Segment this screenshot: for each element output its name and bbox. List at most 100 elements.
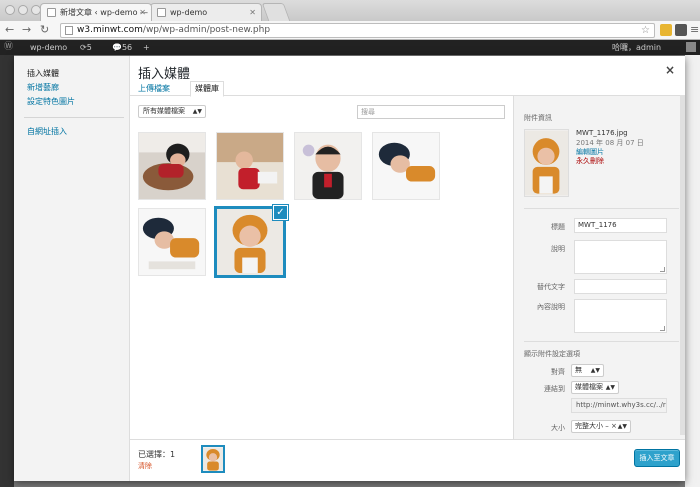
media-router: 上傳檔案 媒體庫 [130, 81, 685, 97]
media-filter-value: 所有媒體檔案 [143, 107, 185, 115]
attachment-filename: MWT_1176.jpg [576, 129, 628, 137]
media-thumbnail[interactable] [138, 208, 206, 276]
address-bar: ← → ↻ w3.minwt.com/wp/wp-admin/post-new.… [0, 21, 700, 40]
comments-count: 56 [121, 43, 133, 52]
menu-separator [24, 117, 124, 118]
tab-title: 新增文章 ‹ wp-demo — Wo [60, 8, 151, 17]
site-name[interactable]: wp-demo [30, 40, 67, 55]
reload-icon[interactable]: ↻ [40, 23, 49, 37]
tab-title: wp-demo [170, 8, 208, 17]
title-label: 標題 [551, 223, 565, 231]
wp-admin-bar: Ⓦ wp-demo ⟳ 5 💬 56 + 哈囉，admin [0, 40, 700, 55]
library-scrollbar[interactable] [508, 98, 512, 428]
chevron-down-icon: ▲▼ [192, 108, 202, 115]
url-path: /wp/wp-admin/post-new.php [142, 25, 271, 35]
insert-into-post-button[interactable]: 插入至文章 [634, 449, 680, 467]
updates-count: 5 [86, 43, 92, 52]
page-icon [47, 8, 56, 17]
title-field[interactable]: MWT_1176 [574, 218, 667, 233]
photo-baby-5 [139, 209, 205, 275]
media-thumbnail[interactable] [294, 132, 362, 200]
avatar[interactable] [686, 42, 696, 52]
browser-tab[interactable]: wp-demo ✕ [150, 3, 262, 21]
wordpress-logo-icon[interactable]: Ⓦ [4, 40, 13, 55]
clear-selection-link[interactable]: 清除 [138, 461, 152, 471]
caption-label: 說明 [551, 245, 565, 253]
description-field[interactable] [574, 299, 667, 333]
link-to-label: 連結到 [544, 385, 565, 393]
align-value: 無 [575, 366, 582, 374]
media-thumbnail[interactable] [138, 132, 206, 200]
photo-baby-6-mini [203, 447, 223, 471]
chevron-down-icon: ▲▼ [590, 367, 600, 374]
tab-upload-files[interactable]: 上傳檔案 [134, 82, 174, 96]
media-toolbar-footer: 已選擇：1 清除 插入至文章 [130, 439, 685, 481]
photo-baby-4 [373, 133, 439, 199]
back-arrow-icon[interactable]: ← [5, 23, 14, 37]
caption-field[interactable] [574, 240, 667, 274]
alt-text-field[interactable] [574, 279, 667, 294]
link-to-select[interactable]: 媒體檔案 ▲▼ [571, 381, 619, 394]
link-url-field[interactable]: http://minwt.why3s.cc/../r [571, 398, 667, 413]
window-controls[interactable] [5, 5, 44, 17]
url-input[interactable]: w3.minwt.com/wp/wp-admin/post-new.php ☆ [60, 23, 655, 38]
new-content-button[interactable]: + [143, 40, 150, 55]
close-tab-icon[interactable]: ✕ [139, 4, 146, 21]
chevron-down-icon: ▲▼ [605, 384, 615, 391]
media-thumbnail[interactable] [372, 132, 440, 200]
selection-count: 已選擇：1 [138, 450, 176, 459]
modal-title: 插入媒體 [138, 67, 191, 82]
new-tab-button[interactable] [261, 3, 291, 21]
user-greeting[interactable]: 哈囉，admin [612, 40, 661, 55]
link-to-value: 媒體檔案 [575, 383, 603, 391]
attachment-preview [524, 129, 569, 197]
wp-menu-labels [0, 155, 12, 195]
close-icon[interactable]: × [665, 63, 675, 77]
page-icon [65, 26, 73, 35]
page-background [685, 55, 700, 487]
forward-arrow-icon[interactable]: → [22, 23, 31, 37]
menu-item-create-gallery[interactable]: 新增藝廊 [27, 82, 59, 93]
browser-tab-active[interactable]: 新增文章 ‹ wp-demo — Wo ✕ [40, 3, 152, 21]
url-host: w3.minwt.com [77, 25, 143, 35]
wp-sidebar-menu [0, 55, 14, 487]
attachment-details-heading: 附件資訊 [524, 114, 552, 122]
media-menu: 插入媒體 新增藝廊 設定特色圖片 自網址插入 [14, 56, 130, 481]
photo-baby-1 [139, 133, 205, 199]
selected-check-icon[interactable]: ✓ [273, 205, 288, 220]
search-input[interactable]: 搜尋 [357, 105, 505, 119]
bookmark-star-icon[interactable]: ☆ [641, 24, 650, 37]
extension-icon[interactable] [660, 24, 672, 36]
photo-baby-3 [295, 133, 361, 199]
updates-icon[interactable]: ⟳ 5 [80, 40, 92, 55]
photo-baby-6-preview [525, 130, 568, 196]
menu-item-insert-media[interactable]: 插入媒體 [27, 68, 59, 79]
menu-item-insert-from-url[interactable]: 自網址插入 [27, 126, 67, 137]
size-select[interactable]: 完整大小 – × ▲▼ [571, 420, 631, 433]
menu-item-featured-image[interactable]: 設定特色圖片 [27, 96, 75, 107]
selection-thumbnail[interactable] [201, 445, 225, 473]
size-value: 完整大小 – × [575, 422, 617, 430]
alt-text-label: 替代文字 [537, 283, 565, 291]
sidebar-divider [524, 208, 679, 209]
size-label: 大小 [551, 424, 565, 432]
display-settings-heading: 顯示附件設定選項 [524, 350, 580, 358]
media-filter-select[interactable]: 所有媒體檔案 ▲▼ [138, 105, 206, 118]
attachment-details-sidebar: 附件資訊 MWT_1176.jpg 2014 年 08 月 07 日 編輯圖片 … [513, 96, 685, 439]
delete-permanently-link[interactable]: 永久刪除 [576, 156, 604, 166]
menu-icon[interactable]: ≡ [690, 23, 699, 37]
align-label: 對齊 [551, 368, 565, 376]
photo-baby-2 [217, 133, 283, 199]
comments-icon[interactable]: 💬 56 [112, 40, 132, 55]
media-thumbnail[interactable] [216, 132, 284, 200]
chevron-down-icon: ▲▼ [617, 423, 627, 430]
page-icon [157, 8, 166, 17]
close-tab-icon[interactable]: ✕ [249, 4, 256, 21]
description-label: 內容說明 [537, 303, 565, 311]
align-select[interactable]: 無 ▲▼ [571, 364, 604, 377]
modal-scrollbar[interactable] [680, 95, 685, 435]
browser-tabstrip: 新增文章 ‹ wp-demo — Wo ✕ wp-demo ✕ [0, 0, 700, 21]
sidebar-divider [524, 341, 679, 342]
extension-icon[interactable] [675, 24, 687, 36]
tab-media-library[interactable]: 媒體庫 [190, 81, 224, 97]
